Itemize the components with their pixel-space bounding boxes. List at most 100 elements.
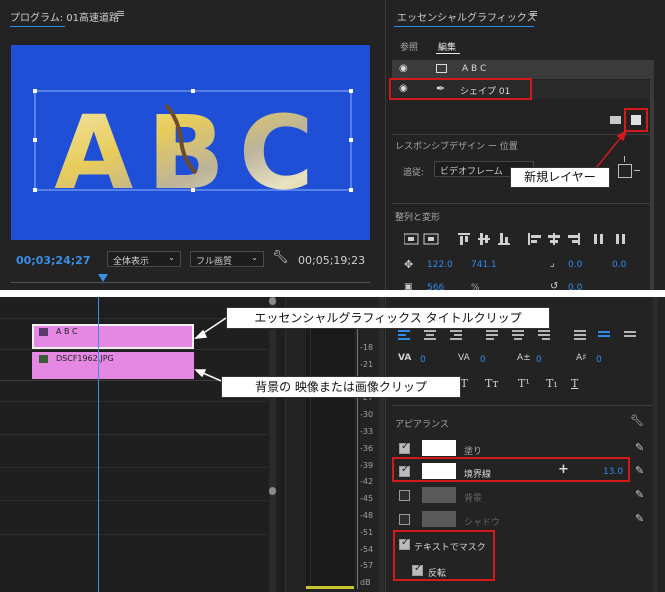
text-layer-icon — [436, 64, 447, 73]
zoom-select[interactable]: 全体表示 ⌄ — [107, 251, 181, 267]
meter-tick-label: -18 — [360, 343, 374, 352]
program-title[interactable]: プログラム: 01高速道路 — [10, 9, 119, 24]
meter-tick-label: -54 — [360, 544, 374, 554]
meter-tick-label: -51 — [360, 527, 374, 537]
meter-tick-label: -21 — [360, 359, 374, 369]
position-x[interactable]: 122.0 — [427, 260, 453, 270]
meter-tick-label: -45 — [360, 494, 374, 504]
egp-title[interactable]: エッセンシャルグラフィックス — [397, 9, 537, 24]
kerning-icon: VA — [458, 353, 470, 363]
leading-value[interactable]: 0 — [536, 355, 542, 365]
wrench-icon[interactable]: 🔧︎ — [630, 414, 644, 427]
meter-tick-label: dB — [360, 578, 371, 588]
anchor-y[interactable]: 0.0 — [612, 260, 626, 270]
quality-select[interactable]: フル画質 ⌄ — [190, 251, 264, 267]
tab-edit-underline — [436, 53, 460, 54]
eyedropper-icon[interactable]: ✎ — [635, 464, 644, 477]
clip-abc-label: A B C — [56, 327, 78, 336]
folder-icon[interactable] — [610, 116, 621, 124]
align-title: 整列と変形 — [395, 213, 441, 223]
small-caps-button[interactable]: Tт — [485, 377, 498, 390]
fill-checkbox[interactable] — [399, 441, 410, 454]
highlight-stroke-row — [392, 457, 630, 482]
responsive-title: レスポンシブデザイン ー 位置 — [395, 142, 518, 152]
leading-icon: A± — [517, 353, 531, 363]
baseline-icon: A♯ — [576, 353, 587, 363]
wrench-icon[interactable]: 🔧︎ — [272, 250, 289, 265]
meter-tick-label: -33 — [360, 427, 374, 436]
active-tab-underline — [10, 26, 65, 27]
audio-meter: -18-21-24-27-30-33-36-39-42-45-48-51-54-… — [285, 297, 385, 592]
align-toolbar — [403, 232, 649, 246]
anchor-icon: ⌟ — [550, 258, 555, 269]
callout-background-clip: 背景の 映像または画像クリップ — [221, 376, 461, 398]
clip-abc[interactable]: A B C — [32, 324, 194, 349]
eyedropper-icon[interactable]: ✎ — [635, 512, 644, 525]
eyedropper-icon[interactable]: ✎ — [635, 488, 644, 501]
callout-new-layer: 新規レイヤー — [510, 167, 610, 188]
zoom-value: 全体表示 — [113, 257, 150, 267]
video-frame: ABC — [11, 45, 370, 240]
highlight-new-layer — [624, 108, 648, 132]
paragraph-align-row — [398, 330, 648, 342]
pin-widget[interactable] — [610, 156, 640, 186]
fx-badge-icon — [39, 328, 48, 336]
anchor-x[interactable]: 0.0 — [568, 260, 582, 270]
fill-color-swatch[interactable] — [422, 440, 456, 456]
tracking-icon: VA — [398, 353, 412, 363]
tracking-value[interactable]: 0 — [420, 355, 426, 365]
meter-tick-label: -42 — [360, 477, 374, 487]
baseline-value[interactable]: 0 — [596, 355, 602, 365]
egp-lower-panel: VA 0 VA 0 A± 0 A♯ 0 T T TT Tт T¹ T₁ T アピ… — [385, 297, 665, 592]
fill-label: 塗り — [464, 447, 483, 457]
playhead-marker[interactable] — [98, 274, 108, 282]
shadow-color-swatch[interactable] — [422, 511, 456, 527]
title-graphic: ABC — [33, 89, 353, 213]
egp-scrollbar[interactable] — [650, 60, 654, 290]
tab-browse[interactable]: 参照 — [400, 40, 418, 53]
background-label: 背景 — [464, 494, 483, 504]
highlight-mask-options — [393, 530, 495, 581]
kerning-value[interactable]: 0 — [480, 355, 486, 365]
meter-tick-label: -48 — [360, 511, 374, 520]
chevron-down-icon: ⌄ — [251, 253, 258, 262]
subscript-button[interactable]: T₁ — [546, 377, 558, 390]
essential-graphics-panel: エッセンシャルグラフィックス ≡ 参照 編集 ◉ A B C ◉ ✒ シェイプ … — [385, 0, 665, 293]
background-color-swatch[interactable] — [422, 487, 456, 503]
background-checkbox[interactable] — [399, 490, 410, 501]
mini-scrubber[interactable] — [11, 272, 370, 288]
timeline-scrollbar[interactable] — [269, 297, 276, 592]
eyedropper-icon[interactable]: ✎ — [635, 441, 644, 454]
timeline-playhead[interactable] — [98, 297, 99, 592]
appearance-title: アピアランス — [395, 420, 449, 430]
layer-label: A B C — [462, 64, 487, 74]
timecode-total: 00;05;19;23 — [298, 254, 366, 267]
eye-icon[interactable]: ◉ — [399, 63, 408, 74]
callout-egp-clip: エッセンシャルグラフィックス タイトルクリップ — [226, 307, 550, 329]
layer-row-abc[interactable]: ◉ A B C — [392, 60, 650, 79]
timecode-current[interactable]: 00;03;24;27 — [16, 254, 90, 267]
meter-tick-label: -57 — [360, 561, 374, 571]
meter-scale-line — [357, 327, 358, 589]
meter-level-bar — [306, 586, 354, 589]
egp-lower-scrollbar[interactable] — [653, 297, 658, 592]
meter-tick-label: -36 — [360, 443, 374, 453]
tab-edit[interactable]: 編集 — [438, 40, 456, 53]
hamburger-icon[interactable]: ≡ — [116, 7, 125, 20]
highlight-shape-layer — [389, 78, 532, 100]
hamburger-icon[interactable]: ≡ — [529, 7, 538, 20]
meter-scrollbar[interactable] — [379, 297, 384, 592]
screenshot-divider — [0, 290, 665, 297]
follow-value: ビデオフレーム — [440, 167, 503, 177]
shadow-label: シャドウ — [464, 518, 501, 528]
image-badge-icon — [39, 355, 48, 363]
superscript-button[interactable]: T¹ — [518, 377, 530, 390]
clip-image[interactable]: DSCF1962.JPG — [32, 352, 194, 379]
chevron-down-icon: ⌄ — [168, 253, 175, 262]
meter-tick-label: -30 — [360, 410, 374, 420]
position-y[interactable]: 741.1 — [471, 260, 497, 270]
shadow-checkbox[interactable] — [399, 514, 410, 525]
underline-button[interactable]: T — [571, 377, 578, 390]
position-icon: ✥ — [404, 258, 414, 271]
quality-value: フル画質 — [196, 257, 233, 267]
